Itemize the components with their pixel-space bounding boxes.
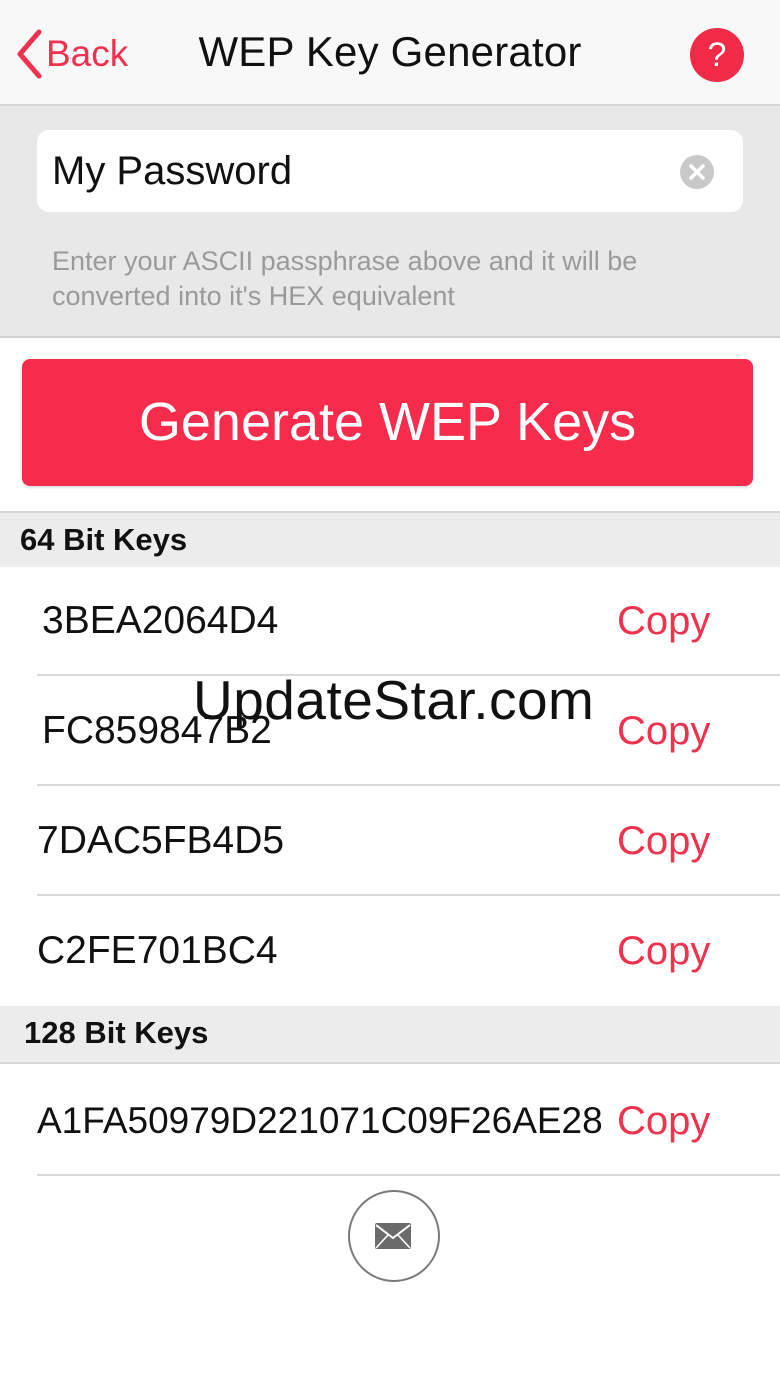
watermark: UpdateStar.com xyxy=(193,669,595,731)
key-value: C2FE701BC4 xyxy=(37,929,278,972)
key-row: C2FE701BC4 Copy xyxy=(0,896,780,1006)
section-header-128-bit: 128 Bit Keys xyxy=(0,1006,780,1064)
copy-button[interactable]: Copy xyxy=(617,1066,710,1176)
envelope-icon xyxy=(375,1223,411,1249)
key-row: A1FA50979D221071C09F26AE28 Copy xyxy=(0,1066,780,1176)
row-divider xyxy=(37,1174,780,1176)
copy-button[interactable]: Copy xyxy=(617,676,710,786)
passphrase-input[interactable] xyxy=(52,130,652,212)
help-button[interactable]: ? xyxy=(690,28,744,82)
key-value: 3BEA2064D4 xyxy=(42,599,279,642)
copy-button[interactable]: Copy xyxy=(617,786,710,896)
copy-button[interactable]: Copy xyxy=(617,566,710,676)
passphrase-hint: Enter your ASCII passphrase above and it… xyxy=(52,246,638,311)
passphrase-section: Enter your ASCII passphrase above and it… xyxy=(0,106,780,338)
clear-icon[interactable] xyxy=(680,155,714,189)
navigation-bar: Back WEP Key Generator ? xyxy=(0,0,780,106)
section-header-64-bit: 64 Bit Keys xyxy=(0,511,780,567)
key-value: A1FA50979D221071C09F26AE28 xyxy=(37,1100,603,1141)
key-value: 7DAC5FB4D5 xyxy=(37,819,285,862)
email-button[interactable] xyxy=(348,1190,440,1282)
page-title: WEP Key Generator xyxy=(198,28,582,75)
generate-wep-keys-button[interactable]: Generate WEP Keys xyxy=(22,359,753,486)
passphrase-field[interactable] xyxy=(37,130,743,212)
key-row: 7DAC5FB4D5 Copy xyxy=(0,786,780,896)
copy-button[interactable]: Copy xyxy=(617,896,710,1006)
key-row: 3BEA2064D4 Copy xyxy=(0,566,780,676)
